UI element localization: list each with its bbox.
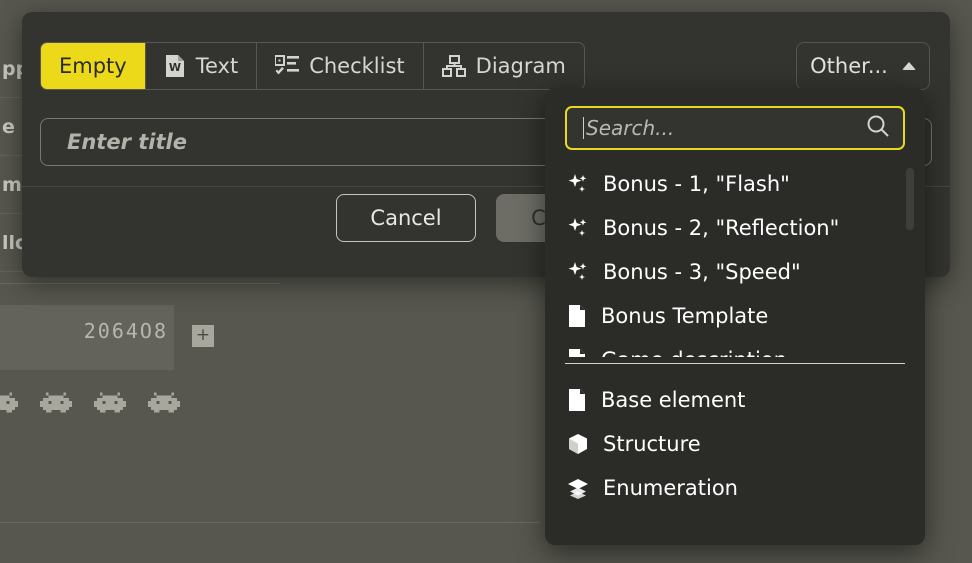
- search-placeholder: Search...: [586, 116, 675, 140]
- other-dropdown-button[interactable]: Other...: [796, 42, 930, 90]
- other-dropdown-panel: Search... Bonus - 1, "Flash" Bonus - 2, …: [545, 88, 925, 545]
- space-invader-icon: [148, 392, 180, 416]
- list-item[interactable]: Game description: [545, 338, 925, 357]
- space-invader-icon: [40, 392, 72, 416]
- background-divider: [0, 283, 280, 284]
- list-item-label: Base element: [601, 388, 746, 412]
- base-items-list: Base element Structure Enumeration: [545, 378, 925, 510]
- list-item-label: Bonus - 2, "Reflection": [603, 216, 840, 240]
- list-item[interactable]: Bonus Template: [545, 294, 925, 338]
- file-icon: [567, 305, 587, 327]
- list-item[interactable]: Base element: [545, 378, 925, 422]
- tab-label: Diagram: [475, 54, 566, 78]
- sparkles-icon: [567, 173, 589, 195]
- search-icon[interactable]: [865, 113, 891, 143]
- layers-icon: [567, 477, 589, 499]
- list-item[interactable]: Bonus - 2, "Reflection": [545, 206, 925, 250]
- list-item-label: Bonus - 1, "Flash": [603, 172, 790, 196]
- tab-label: Empty: [59, 54, 127, 78]
- template-scroll-list[interactable]: Bonus - 1, "Flash" Bonus - 2, "Reflectio…: [545, 162, 925, 357]
- sparkles-icon: [567, 217, 589, 239]
- sparkles-icon: [567, 261, 589, 283]
- list-item-label: Game description: [601, 348, 787, 357]
- tab-diagram[interactable]: Diagram: [424, 43, 584, 89]
- tab-text[interactable]: W Text: [146, 43, 258, 89]
- tab-label: Text: [195, 54, 239, 78]
- tab-checklist[interactable]: Checklist: [257, 43, 424, 89]
- cancel-button[interactable]: Cancel: [336, 194, 476, 242]
- svg-text:W: W: [169, 61, 181, 74]
- list-item[interactable]: Bonus - 1, "Flash": [545, 162, 925, 206]
- hierarchy-diagram-icon: [441, 54, 466, 78]
- tab-label: Checklist: [309, 54, 405, 78]
- list-item[interactable]: Enumeration: [545, 466, 925, 510]
- game-score: 2064O8: [83, 319, 168, 343]
- add-button[interactable]: +: [192, 325, 214, 347]
- file-icon: [567, 389, 587, 411]
- invader-row: [0, 392, 180, 416]
- list-item-label: Enumeration: [603, 476, 738, 500]
- scrollbar-thumb[interactable]: [906, 168, 914, 230]
- game-thumbnail: 2064O8: [0, 305, 174, 370]
- space-invader-icon: [94, 392, 126, 416]
- list-item-label: Bonus - 3, "Speed": [603, 260, 801, 284]
- cube-icon: [567, 433, 589, 455]
- list-item-label: Structure: [603, 432, 701, 456]
- search-input[interactable]: Search...: [565, 106, 905, 150]
- background-divider: [0, 522, 540, 523]
- type-tab-group: Empty W Text Checklist Diagram: [40, 42, 585, 90]
- tab-empty[interactable]: Empty: [41, 43, 146, 89]
- checklist-icon: [275, 55, 300, 77]
- space-invader-icon: [0, 392, 18, 416]
- other-label: Other...: [810, 54, 888, 78]
- list-item-label: Bonus Template: [601, 304, 769, 328]
- list-item[interactable]: Structure: [545, 422, 925, 466]
- file-icon: [567, 349, 587, 357]
- list-item[interactable]: Bonus - 3, "Speed": [545, 250, 925, 294]
- word-document-icon: W: [164, 54, 186, 78]
- title-placeholder: Enter title: [67, 130, 187, 154]
- text-cursor: [583, 117, 584, 139]
- caret-up-icon: [901, 62, 916, 70]
- dropdown-divider: [565, 363, 905, 364]
